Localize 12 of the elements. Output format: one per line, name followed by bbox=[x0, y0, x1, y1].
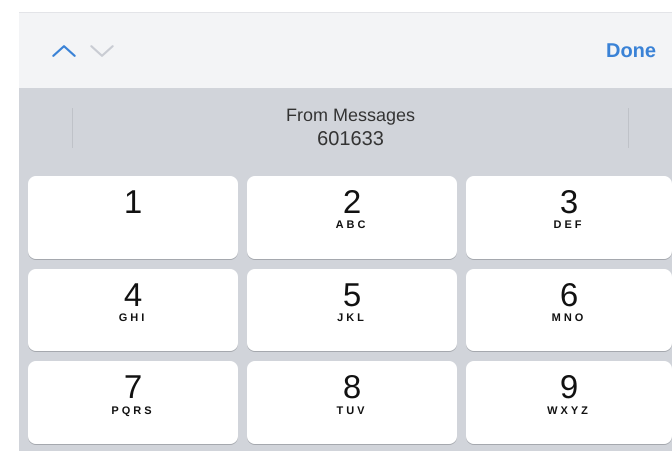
keypad-key[interactable]: 5 JKL bbox=[247, 268, 457, 352]
keypad-key[interactable]: 1 bbox=[28, 176, 238, 259]
keypad-key[interactable]: 6 MNO bbox=[466, 268, 672, 352]
autofill-suggestion[interactable]: From Messages 601633 bbox=[73, 105, 628, 151]
keypad-key[interactable]: 4 GHI bbox=[28, 268, 238, 352]
keypad-key[interactable]: 9 WXYZ bbox=[466, 361, 672, 444]
chevron-up-icon[interactable] bbox=[51, 42, 77, 58]
done-button[interactable]: Done bbox=[606, 36, 656, 66]
keypad-key[interactable]: 2 ABC bbox=[247, 176, 457, 259]
keypad-key[interactable]: 3 DEF bbox=[466, 176, 672, 259]
keypad-key[interactable]: 7 PQRS bbox=[28, 361, 238, 444]
keypad-key[interactable]: 8 TUV bbox=[247, 361, 457, 444]
